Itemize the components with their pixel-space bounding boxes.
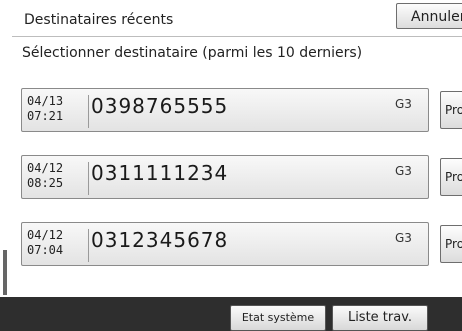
entry-mode: G3 [395, 231, 412, 245]
entry-datetime: 04/12 07:04 [27, 228, 63, 258]
entry-date: 04/12 [27, 228, 64, 242]
entry-datetime: 04/12 08:25 [27, 161, 63, 191]
entry-divider [88, 95, 89, 128]
entry-fax-number: 0311111234 [91, 161, 229, 185]
entry-time: 08:25 [27, 176, 64, 190]
entry-fax-number: 0398765555 [91, 94, 229, 118]
entry-date: 04/12 [27, 161, 64, 175]
entry-divider [88, 162, 89, 195]
recent-destination-item[interactable]: 04/12 07:04 0312345678 G3 [21, 222, 429, 266]
system-status-button[interactable]: Etat système [230, 305, 326, 331]
scroll-indicator [3, 250, 7, 295]
recent-destination-item[interactable]: 04/13 07:21 0398765555 G3 [21, 88, 429, 132]
entry-fax-number: 0312345678 [91, 228, 229, 252]
cancel-button[interactable]: Annuler [396, 3, 462, 29]
instruction-text: Sélectionner destinataire (parmi les 10 … [22, 45, 363, 61]
entry-date: 04/13 [27, 94, 64, 108]
dialog-header: Destinataires récents [12, 6, 462, 37]
program-button[interactable]: Prog. [440, 225, 462, 263]
entry-mode: G3 [395, 164, 412, 178]
status-bar: Etat système Liste trav. [0, 297, 462, 331]
program-button[interactable]: Prog. [440, 91, 462, 129]
program-button[interactable]: Prog. [440, 158, 462, 196]
entry-time: 07:21 [27, 109, 64, 123]
recent-destination-item[interactable]: 04/12 08:25 0311111234 G3 [21, 155, 429, 199]
job-list-button[interactable]: Liste trav. [332, 305, 428, 331]
entry-time: 07:04 [27, 243, 64, 257]
dialog-title: Destinataires récents [24, 12, 174, 28]
entry-mode: G3 [395, 97, 412, 111]
entry-datetime: 04/13 07:21 [27, 94, 63, 124]
entry-divider [88, 229, 89, 262]
left-scroll-bar [0, 0, 10, 331]
